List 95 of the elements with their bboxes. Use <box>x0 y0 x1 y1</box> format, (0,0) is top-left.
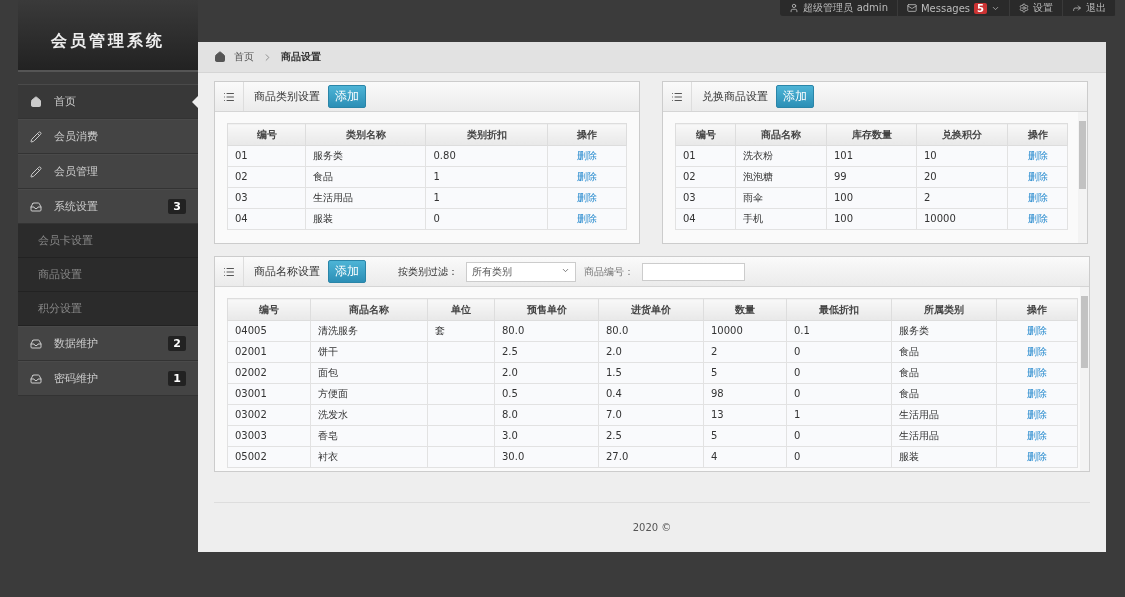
delete-link[interactable]: 删除 <box>1027 346 1047 357</box>
panel-title: 商品名称设置 <box>254 264 320 279</box>
column-header: 最低折扣 <box>786 298 892 321</box>
table-cell: 02001 <box>227 341 311 363</box>
column-header: 操作 <box>996 298 1078 321</box>
table-cell: 02 <box>227 166 306 188</box>
panel-title: 商品类别设置 <box>254 89 320 104</box>
count-badge: 2 <box>168 336 186 351</box>
column-header: 操作 <box>1007 123 1068 146</box>
delete-link[interactable]: 删除 <box>576 192 597 203</box>
tray-icon <box>30 337 42 350</box>
mail-icon <box>907 3 917 13</box>
add-button[interactable]: 添加 <box>328 85 366 108</box>
column-header: 预售单价 <box>494 298 599 321</box>
submenu-item[interactable]: 会员卡设置 <box>18 224 198 258</box>
table-cell: 05002 <box>227 446 311 468</box>
category-select[interactable]: 所有类别 <box>466 261 576 282</box>
count-badge: 3 <box>168 199 186 214</box>
count-badge: 1 <box>168 371 186 386</box>
footer-text: 2020 © <box>632 522 672 533</box>
table-cell: 03002 <box>227 404 311 426</box>
panel-title: 兑换商品设置 <box>702 89 768 104</box>
menu-item[interactable]: 密码维护 1 <box>18 361 198 396</box>
count-badge: 5 <box>974 2 987 14</box>
code-field[interactable] <box>642 262 745 281</box>
delete-link[interactable]: 删除 <box>1027 430 1047 441</box>
menu-item[interactable]: 数据维护 2 <box>18 326 198 361</box>
home-icon <box>214 51 226 63</box>
column-header: 进货单价 <box>598 298 704 321</box>
column-header: 库存数量 <box>826 123 917 146</box>
table-cell: 04 <box>675 208 736 230</box>
column-header: 类别名称 <box>305 123 426 146</box>
column-header: 编号 <box>675 123 736 146</box>
delete-link[interactable]: 删除 <box>576 150 597 161</box>
messages-menu[interactable]: Messages 5 <box>898 0 1010 16</box>
delete-link[interactable]: 删除 <box>1027 171 1048 182</box>
column-header: 编号 <box>227 298 311 321</box>
table-cell: 04 <box>227 208 306 230</box>
table-cell: 03 <box>227 187 306 209</box>
delete-link[interactable]: 删除 <box>1027 451 1047 462</box>
menu-item[interactable]: 首页 <box>18 84 198 119</box>
code-label: 商品编号： <box>584 264 634 279</box>
filter-label: 按类别过滤： <box>398 264 458 279</box>
table-cell: 01 <box>227 145 306 167</box>
table-cell: 02 <box>675 166 736 188</box>
list-icon <box>671 90 683 103</box>
logout-button[interactable]: 退出 <box>1063 0 1116 16</box>
scrollbar[interactable] <box>1078 112 1087 243</box>
column-header: 兑换积分 <box>916 123 1008 146</box>
list-icon <box>223 265 235 278</box>
delete-link[interactable]: 删除 <box>1027 213 1048 224</box>
tray-icon <box>30 200 42 213</box>
add-button[interactable]: 添加 <box>776 85 814 108</box>
settings-icon <box>1019 3 1029 13</box>
forward-icon <box>1072 3 1082 13</box>
delete-link[interactable]: 删除 <box>576 171 597 182</box>
column-header: 编号 <box>227 123 306 146</box>
table-cell: 03001 <box>227 383 311 405</box>
menu-item[interactable]: 系统设置 3 <box>18 189 198 224</box>
delete-link[interactable]: 删除 <box>576 213 597 224</box>
table-cell: 03003 <box>227 425 311 447</box>
table-cell: 01 <box>675 145 736 167</box>
delete-link[interactable]: 删除 <box>1027 192 1048 203</box>
table-cell: 03 <box>675 187 736 209</box>
column-header: 类别折扣 <box>426 123 548 146</box>
breadcrumb-current: 商品设置 <box>281 50 321 64</box>
tray-icon <box>30 372 42 385</box>
submenu-item[interactable]: 积分设置 <box>18 292 198 326</box>
delete-link[interactable]: 删除 <box>1027 367 1047 378</box>
scrollbar[interactable] <box>1080 287 1089 471</box>
menu-item[interactable]: 会员消费 <box>18 119 198 154</box>
delete-link[interactable]: 删除 <box>1027 388 1047 399</box>
column-header: 操作 <box>547 123 627 146</box>
app-title: 会员管理系统 <box>51 29 165 52</box>
column-header: 数量 <box>703 298 787 321</box>
column-header: 商品名称 <box>735 123 827 146</box>
column-header: 商品名称 <box>310 298 428 321</box>
column-header: 单位 <box>427 298 495 321</box>
table-cell: 02002 <box>227 362 311 384</box>
menu-item[interactable]: 会员管理 <box>18 154 198 189</box>
user-icon <box>789 3 800 13</box>
delete-link[interactable]: 删除 <box>1027 150 1048 161</box>
pencil-icon <box>30 165 42 178</box>
submenu-item[interactable]: 商品设置 <box>18 258 198 292</box>
pencil-icon <box>30 130 42 143</box>
home-icon <box>30 95 42 108</box>
table-cell: 04005 <box>227 320 311 342</box>
breadcrumb-link[interactable]: 首页 <box>234 50 254 64</box>
settings-button[interactable]: 设置 <box>1010 0 1063 16</box>
delete-link[interactable]: 删除 <box>1027 325 1047 336</box>
add-button[interactable]: 添加 <box>328 260 366 283</box>
delete-link[interactable]: 删除 <box>1027 409 1047 420</box>
list-icon <box>223 90 235 103</box>
column-header: 所属类别 <box>891 298 997 321</box>
user-menu[interactable]: 超级管理员 admin <box>780 0 898 16</box>
